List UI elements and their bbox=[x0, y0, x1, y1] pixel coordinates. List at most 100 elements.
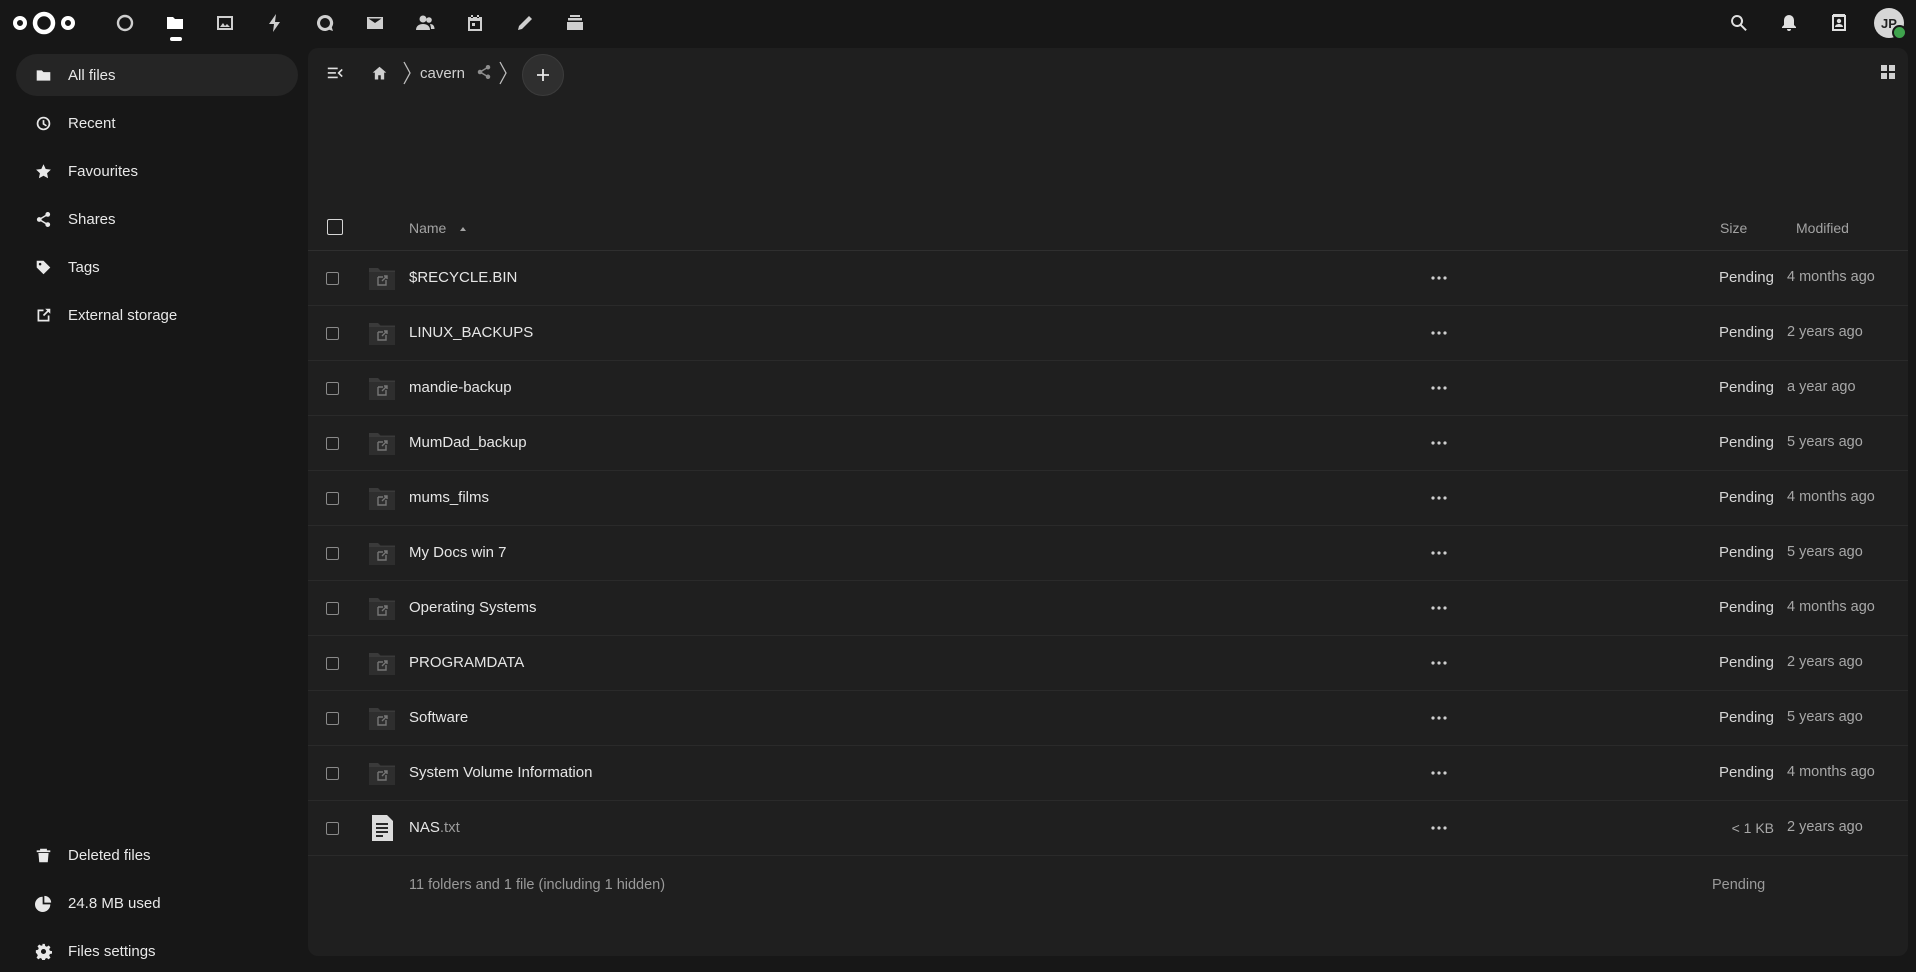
nextcloud-logo-icon[interactable] bbox=[12, 8, 76, 38]
file-actions-button[interactable] bbox=[1426, 650, 1452, 676]
file-modified: 5 years ago bbox=[1787, 544, 1863, 560]
table-row[interactable]: mandie-backup Pending a year ago bbox=[308, 361, 1908, 416]
file-name[interactable]: mums_films bbox=[409, 489, 489, 506]
file-size: Pending bbox=[1718, 324, 1774, 341]
sidebar-item-label: Favourites bbox=[68, 162, 139, 180]
more-horizontal-icon bbox=[1431, 771, 1447, 775]
file-name[interactable]: Software bbox=[409, 709, 468, 726]
file-name[interactable]: Operating Systems bbox=[409, 599, 537, 616]
table-row[interactable]: $RECYCLE.BIN Pending 4 months ago bbox=[308, 251, 1908, 306]
app-activity[interactable] bbox=[250, 0, 300, 46]
external-folder-icon bbox=[368, 265, 396, 291]
file-actions-button[interactable] bbox=[1426, 485, 1452, 511]
external-link-icon bbox=[37, 308, 50, 321]
trash-icon bbox=[36, 848, 50, 862]
app-talk[interactable] bbox=[300, 0, 350, 46]
file-name[interactable]: System Volume Information bbox=[409, 764, 592, 781]
file-name[interactable]: $RECYCLE.BIN bbox=[409, 269, 517, 286]
file-actions-button[interactable] bbox=[1426, 760, 1452, 786]
table-row[interactable]: Operating Systems Pending 4 months ago bbox=[308, 581, 1908, 636]
row-checkbox[interactable] bbox=[326, 602, 339, 615]
file-modified: 4 months ago bbox=[1787, 269, 1875, 285]
file-name[interactable]: PROGRAMDATA bbox=[409, 654, 524, 671]
file-actions-button[interactable] bbox=[1426, 320, 1452, 346]
sidebar-item-label: Tags bbox=[68, 258, 100, 276]
table-row[interactable]: LINUX_BACKUPS Pending 2 years ago bbox=[308, 306, 1908, 361]
file-name[interactable]: My Docs win 7 bbox=[409, 544, 507, 561]
file-modified: 4 months ago bbox=[1787, 764, 1875, 780]
column-size-header[interactable]: Size bbox=[1720, 220, 1747, 236]
sidebar-files-settings[interactable]: Files settings bbox=[16, 930, 298, 972]
app-calendar[interactable] bbox=[450, 0, 500, 46]
more-horizontal-icon bbox=[1431, 496, 1447, 500]
breadcrumb-share-button[interactable] bbox=[476, 64, 494, 82]
sidebar-item-favourites[interactable]: Favourites bbox=[16, 150, 298, 192]
sidebar-item-external-storage[interactable]: External storage bbox=[16, 294, 298, 336]
file-actions-button[interactable] bbox=[1426, 705, 1452, 731]
sidebar-item-all-files[interactable]: All files bbox=[16, 54, 298, 96]
file-actions-button[interactable] bbox=[1426, 265, 1452, 291]
row-checkbox[interactable] bbox=[326, 547, 339, 560]
table-row[interactable]: PROGRAMDATA Pending 2 years ago bbox=[308, 636, 1908, 691]
folder-icon bbox=[36, 69, 50, 81]
column-name-header[interactable]: Name bbox=[409, 220, 446, 236]
table-row[interactable]: NAS.txt < 1 KB 2 years ago bbox=[308, 801, 1908, 856]
row-checkbox[interactable] bbox=[326, 492, 339, 505]
file-actions-button[interactable] bbox=[1426, 815, 1452, 841]
file-actions-button[interactable] bbox=[1426, 595, 1452, 621]
row-checkbox[interactable] bbox=[326, 657, 339, 670]
file-size: Pending bbox=[1718, 764, 1774, 781]
app-contacts[interactable] bbox=[400, 0, 450, 46]
file-modified: 2 years ago bbox=[1787, 819, 1863, 835]
table-row[interactable]: My Docs win 7 Pending 5 years ago bbox=[308, 526, 1908, 581]
row-checkbox[interactable] bbox=[326, 327, 339, 340]
notes-icon bbox=[518, 16, 532, 30]
file-actions-button[interactable] bbox=[1426, 375, 1452, 401]
column-modified-header[interactable]: Modified bbox=[1796, 220, 1849, 236]
app-photos[interactable] bbox=[200, 0, 250, 46]
app-files[interactable] bbox=[150, 0, 200, 46]
table-row[interactable]: MumDad_backup Pending 5 years ago bbox=[308, 416, 1908, 471]
sidebar-quota[interactable]: 24.8 MB used bbox=[16, 882, 298, 924]
breadcrumb-current-folder[interactable]: cavern bbox=[420, 65, 465, 82]
app-notes[interactable] bbox=[500, 0, 550, 46]
row-checkbox[interactable] bbox=[326, 767, 339, 780]
sidebar-item-tags[interactable]: Tags bbox=[16, 246, 298, 288]
file-name[interactable]: LINUX_BACKUPS bbox=[409, 324, 533, 341]
sidebar-deleted-files[interactable]: Deleted files bbox=[16, 834, 298, 876]
table-row[interactable]: Software Pending 5 years ago bbox=[308, 691, 1908, 746]
app-mail[interactable] bbox=[350, 0, 400, 46]
toggle-navigation-button[interactable] bbox=[322, 60, 348, 86]
file-name[interactable]: mandie-backup bbox=[409, 379, 512, 396]
sidebar-item-shares[interactable]: Shares bbox=[16, 198, 298, 240]
file-actions-button[interactable] bbox=[1426, 430, 1452, 456]
table-row[interactable]: mums_films Pending 4 months ago bbox=[308, 471, 1908, 526]
select-all-checkbox[interactable] bbox=[327, 219, 343, 235]
notifications-button[interactable] bbox=[1764, 0, 1814, 46]
sidebar-item-label: Shares bbox=[68, 210, 116, 228]
contacts-menu-button[interactable] bbox=[1814, 0, 1864, 46]
row-checkbox[interactable] bbox=[326, 437, 339, 450]
row-checkbox[interactable] bbox=[326, 382, 339, 395]
photos-icon bbox=[217, 16, 233, 30]
user-avatar[interactable]: JP bbox=[1874, 8, 1907, 40]
app-dashboard[interactable] bbox=[100, 0, 150, 46]
breadcrumb-home[interactable] bbox=[366, 60, 392, 86]
row-checkbox[interactable] bbox=[326, 712, 339, 725]
external-folder-icon bbox=[368, 320, 396, 346]
grid-view-toggle[interactable] bbox=[1876, 60, 1900, 84]
search-button[interactable] bbox=[1714, 0, 1764, 46]
row-checkbox[interactable] bbox=[326, 822, 339, 835]
file-modified: 2 years ago bbox=[1787, 654, 1863, 670]
row-checkbox[interactable] bbox=[326, 272, 339, 285]
external-folder-icon bbox=[368, 705, 396, 731]
sidebar-item-label: External storage bbox=[68, 306, 178, 324]
file-actions-button[interactable] bbox=[1426, 540, 1452, 566]
table-row[interactable]: System Volume Information Pending 4 months… bbox=[308, 746, 1908, 801]
new-button[interactable] bbox=[522, 54, 564, 96]
file-basename: mums_films bbox=[409, 489, 490, 506]
sidebar-item-recent[interactable]: Recent bbox=[16, 102, 298, 144]
app-deck[interactable] bbox=[550, 0, 600, 46]
file-name[interactable]: NAS.txt bbox=[409, 819, 460, 836]
file-name[interactable]: MumDad_backup bbox=[409, 434, 527, 451]
